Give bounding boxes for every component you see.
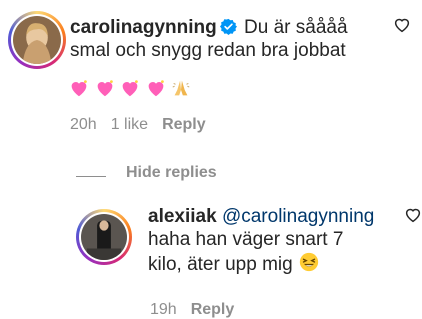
hide-replies-button[interactable]: Hide replies: [126, 164, 217, 182]
comment-text-line2: smal och snygg redan bra jobbat: [70, 40, 346, 61]
profile-photo: [81, 214, 127, 260]
avatar-alexiiak[interactable]: [76, 209, 132, 265]
pink-heart-icon: [94, 77, 116, 99]
reply-button[interactable]: Reply: [162, 116, 206, 133]
reply-like-heart-icon[interactable]: [404, 206, 422, 224]
comment-body: carolinagynning Du är såååå smal och sny…: [70, 16, 390, 62]
reply-reply-button[interactable]: Reply: [191, 301, 235, 318]
comment-meta: 20h 1 like Reply: [70, 116, 220, 134]
comment-text-line1: Du är såååå: [244, 17, 348, 38]
profile-photo: [13, 16, 61, 64]
reply-body: alexiiak @carolinagynning haha han väger…: [148, 205, 408, 276]
comment-likes[interactable]: 1 like: [111, 116, 148, 133]
verified-badge-icon: [219, 18, 237, 35]
reply-text-line2: haha han väger snart 7: [148, 229, 344, 250]
pink-heart-icon: [119, 77, 141, 99]
comment-username[interactable]: carolinagynning: [70, 17, 217, 38]
reply-username[interactable]: alexiiak: [148, 206, 217, 227]
hide-replies-divider: [76, 176, 106, 177]
reply-text-line3: kilo, äter upp mig: [148, 254, 293, 275]
reply-mention[interactable]: @carolinagynning: [222, 206, 374, 227]
like-heart-icon[interactable]: [393, 16, 411, 34]
folded-hands-icon: [170, 77, 192, 99]
avatar-carolinagynning[interactable]: [8, 11, 66, 69]
reply-timestamp: 19h: [150, 301, 177, 318]
laughing-face-icon: [298, 251, 320, 273]
pink-heart-icon: [68, 77, 90, 99]
comment-timestamp: 20h: [70, 116, 97, 133]
comment-emojis: [68, 76, 192, 99]
reply-meta: 19h Reply: [150, 301, 248, 319]
pink-heart-icon: [145, 77, 167, 99]
